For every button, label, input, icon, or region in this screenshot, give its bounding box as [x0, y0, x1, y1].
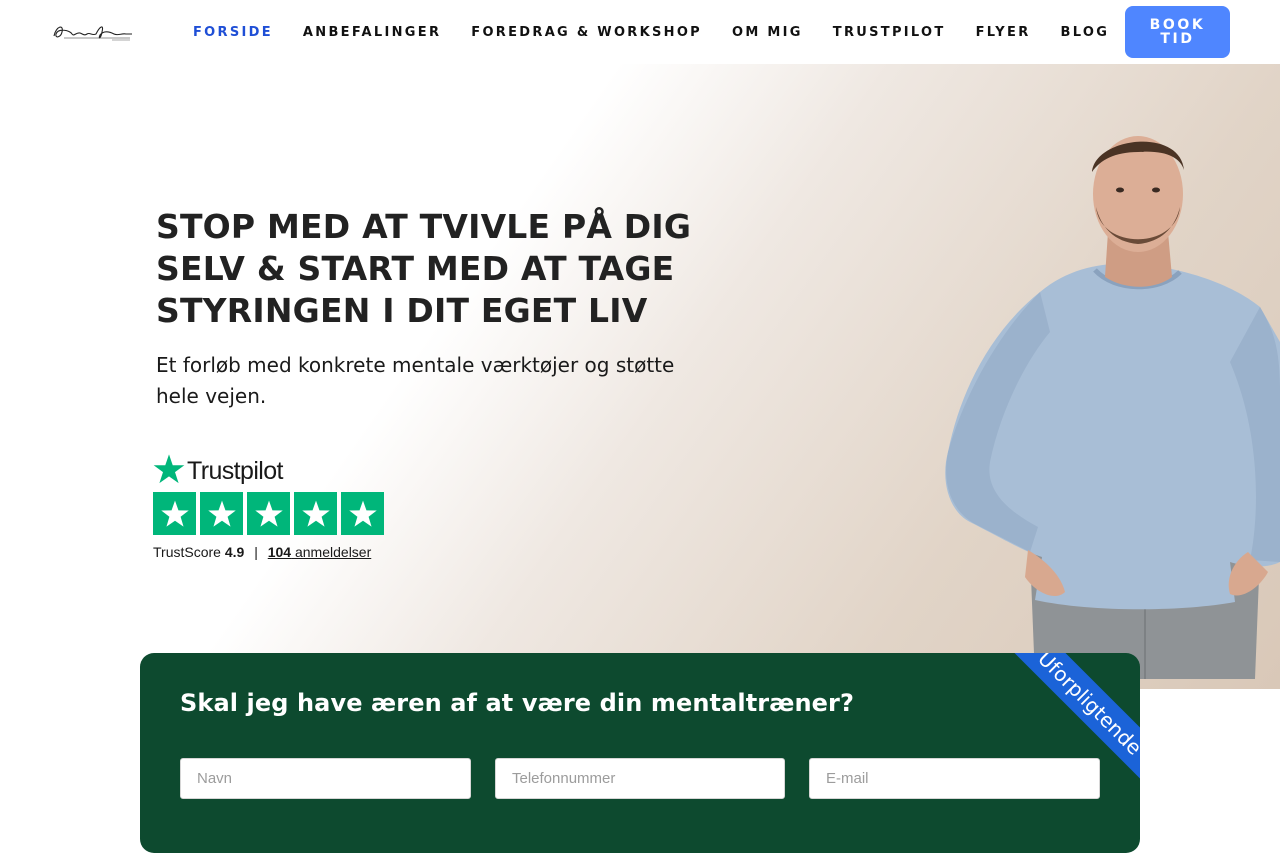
- nav-item-forside[interactable]: FORSIDE: [193, 25, 273, 40]
- trustpilot-widget[interactable]: Trustpilot TrustScore 4.9 | 104 anmeldel…: [153, 451, 393, 560]
- nav-item-trustpilot[interactable]: TRUSTPILOT: [833, 25, 946, 40]
- contact-form-card: Skal jeg have æren af at være din mental…: [140, 653, 1140, 853]
- rating-star-icon: [341, 492, 384, 535]
- trustscore-separator: |: [254, 544, 258, 560]
- name-input[interactable]: [180, 758, 471, 799]
- form-title: Skal jeg have æren af at være din mental…: [180, 689, 854, 717]
- trustpilot-logo: Trustpilot: [153, 451, 393, 485]
- nav-item-blog[interactable]: BLOG: [1061, 25, 1110, 40]
- site-header: FORSIDE ANBEFALINGER FOREDRAG & WORKSHOP…: [0, 0, 1280, 64]
- nav-item-anbefalinger[interactable]: ANBEFALINGER: [303, 25, 441, 40]
- nav-item-foredrag-workshop[interactable]: FOREDRAG & WORKSHOP: [471, 25, 702, 40]
- reviews-label: anmeldelser: [294, 544, 372, 560]
- book-tid-button[interactable]: BOOK TID: [1125, 6, 1230, 58]
- coach-portrait-image: [945, 136, 1280, 679]
- signature-logo[interactable]: [50, 18, 134, 46]
- hero-subtitle: Et forløb med konkrete mentale værktøjer…: [156, 353, 675, 408]
- trustscore-line: TrustScore 4.9 | 104 anmeldelser: [153, 544, 393, 560]
- trustscore-label: TrustScore: [153, 544, 221, 560]
- trustscore-value: 4.9: [224, 544, 245, 560]
- reviews-link[interactable]: 104 anmeldelser: [268, 544, 372, 560]
- rating-star-icon: [200, 492, 243, 535]
- review-count: 104: [267, 544, 292, 560]
- main-nav: FORSIDE ANBEFALINGER FOREDRAG & WORKSHOP…: [193, 0, 1139, 64]
- hero-section: STOP MED AT TVIVLE PÅ DIG SELV & START M…: [0, 64, 1280, 689]
- nav-item-om-mig[interactable]: OM MIG: [732, 25, 803, 40]
- rating-star-icon: [153, 492, 196, 535]
- nav-item-flyer[interactable]: FLYER: [976, 25, 1031, 40]
- phone-input[interactable]: [495, 758, 785, 799]
- trustpilot-brand-name: Trustpilot: [187, 457, 283, 485]
- trustpilot-rating-stars: [153, 492, 393, 535]
- email-input[interactable]: [809, 758, 1100, 799]
- trustpilot-star-icon: [153, 454, 185, 484]
- rating-star-icon: [247, 492, 290, 535]
- rating-star-icon: [294, 492, 337, 535]
- hero-title: STOP MED AT TVIVLE PÅ DIG SELV & START M…: [156, 207, 692, 330]
